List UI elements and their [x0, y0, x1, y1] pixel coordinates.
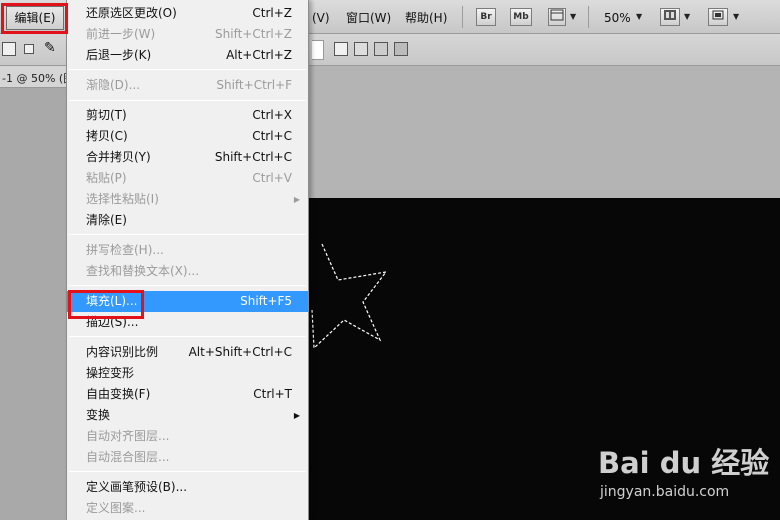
document-tab-label: -1 @ 50% (图 [2, 72, 75, 85]
menu-item-fade[interactable]: 渐隐(D)... Shift+Ctrl+F [67, 75, 308, 96]
menu-help[interactable]: 帮助(H) [405, 9, 447, 27]
red-highlight-fill-item [68, 290, 144, 319]
red-highlight-edit-menu [1, 3, 68, 34]
new-selection-icon[interactable] [334, 42, 348, 56]
menu-item-define-brush[interactable]: 定义画笔预设(B)... [67, 477, 308, 498]
chevron-down-icon[interactable]: ▼ [636, 12, 642, 21]
arrange-documents-icon[interactable] [660, 8, 680, 26]
menu-item-copy[interactable]: 拷贝(C) Ctrl+C [67, 126, 308, 147]
watermark-brand: Bai du 经验 [598, 446, 770, 480]
add-selection-icon[interactable] [354, 42, 368, 56]
star-selection-marquee [311, 243, 388, 350]
workspace-background [0, 88, 66, 520]
menu-item-free-transform[interactable]: 自由变换(F) Ctrl+T [67, 384, 308, 405]
menu-separator [69, 285, 306, 286]
menu-item-transform[interactable]: 变换 ▶ [67, 405, 308, 426]
chevron-down-icon[interactable]: ▼ [684, 12, 690, 21]
submenu-arrow-icon: ▶ [293, 411, 300, 420]
document-tab[interactable]: -1 @ 50% (图 [0, 66, 74, 88]
watermark-url: jingyan.baidu.com [600, 484, 730, 500]
toolbar-separator [462, 6, 463, 28]
menu-separator [69, 471, 306, 472]
menu-item-clear[interactable]: 清除(E) [67, 210, 308, 231]
menu-item-copy-merged[interactable]: 合并拷贝(Y) Shift+Ctrl+C [67, 147, 308, 168]
menu-item-step-forward[interactable]: 前进一步(W) Shift+Ctrl+Z [67, 24, 308, 45]
brush-icon[interactable]: ✎ [44, 40, 64, 60]
tool-preset-icon[interactable] [2, 42, 16, 56]
intersect-selection-icon[interactable] [394, 42, 408, 56]
submenu-arrow-icon: ▶ [293, 195, 300, 204]
chevron-down-icon[interactable]: ▼ [733, 12, 739, 21]
menu-item-paste-special[interactable]: 选择性粘贴(I) ▶ [67, 189, 308, 210]
chevron-down-icon[interactable]: ▼ [570, 12, 576, 21]
menu-item-cut[interactable]: 剪切(T) Ctrl+X [67, 105, 308, 126]
menu-item-puppet-warp[interactable]: 操控变形 [67, 363, 308, 384]
menu-item-paste[interactable]: 粘贴(P) Ctrl+V [67, 168, 308, 189]
menu-separator [69, 100, 306, 101]
menu-item-auto-align-layers[interactable]: 自动对齐图层... [67, 426, 308, 447]
bridge-button[interactable]: Br [476, 8, 496, 26]
menu-item-spell-check[interactable]: 拼写检查(H)... [67, 240, 308, 261]
edit-dropdown-menu: 还原选区更改(O) Ctrl+Z 前进一步(W) Shift+Ctrl+Z 后退一步… [66, 0, 309, 520]
menu-separator [69, 234, 306, 235]
menu-item-find-replace[interactable]: 查找和替换文本(X)... [67, 261, 308, 282]
menu-item-step-backward[interactable]: 后退一步(K) Alt+Ctrl+Z [67, 45, 308, 66]
menu-separator [69, 336, 306, 337]
view-extras-icon[interactable] [548, 8, 566, 26]
menu-item-undo[interactable]: 还原选区更改(O) Ctrl+Z [67, 3, 308, 24]
screen-mode-icon[interactable] [708, 8, 728, 26]
toolbar-separator [588, 6, 589, 28]
option-field[interactable] [312, 40, 324, 60]
menu-item-content-aware-scale[interactable]: 内容识别比例 Alt+Shift+Ctrl+C [67, 342, 308, 363]
checkbox-icon[interactable] [24, 44, 34, 54]
menu-separator [69, 69, 306, 70]
subtract-selection-icon[interactable] [374, 42, 388, 56]
zoom-level[interactable]: 50% [604, 9, 631, 27]
menu-window[interactable]: 窗口(W) [346, 9, 391, 27]
minibridge-button[interactable]: Mb [510, 8, 532, 26]
menu-item-auto-blend-layers[interactable]: 自动混合图层... [67, 447, 308, 468]
menu-item-define-pattern[interactable]: 定义图案... [67, 498, 308, 519]
menu-view-partial[interactable]: (V) [312, 9, 330, 27]
